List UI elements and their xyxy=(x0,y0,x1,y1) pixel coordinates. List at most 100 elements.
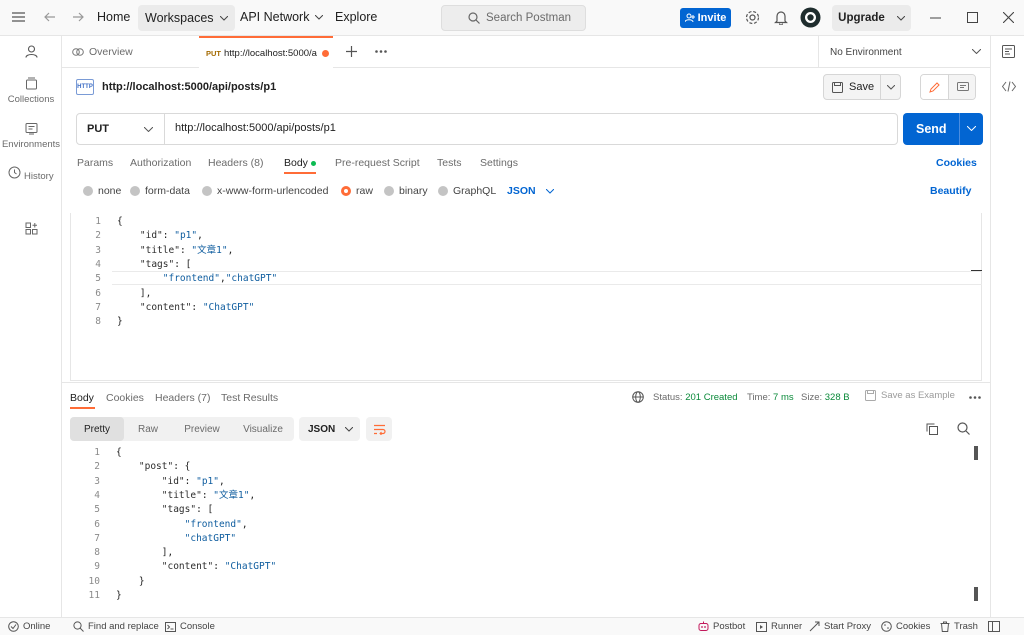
sidebar-item-add-workbench[interactable] xyxy=(0,222,62,239)
radio-graphql[interactable]: GraphQL xyxy=(438,185,496,197)
upgrade-button[interactable]: Upgrade xyxy=(832,5,911,31)
response-tab-body[interactable]: Body xyxy=(70,392,94,404)
sidebar-item-collections[interactable]: Collections xyxy=(0,77,62,105)
response-format-select[interactable]: JSON xyxy=(299,417,360,441)
url-input[interactable]: http://localhost:5000/api/posts/p1 xyxy=(175,122,336,134)
radio-form-data[interactable]: form-data xyxy=(130,185,190,197)
search-placeholder: Search Postman xyxy=(486,12,572,24)
response-body-line: 6 "frontend", xyxy=(70,518,982,532)
comment-icon[interactable] xyxy=(949,75,975,99)
close-icon[interactable] xyxy=(1003,12,1014,23)
tab-active-request[interactable]: PUT http://localhost:5000/a xyxy=(199,36,333,68)
tab-body[interactable]: Body xyxy=(284,157,316,169)
response-status[interactable]: Status: 201 Created xyxy=(653,392,738,403)
environment-quicklook-icon[interactable] xyxy=(1002,45,1015,58)
line-number: 1 xyxy=(95,216,101,227)
radio-none[interactable]: none xyxy=(83,185,121,197)
invite-button[interactable]: Invite xyxy=(680,8,731,28)
tab-overview[interactable]: Overview xyxy=(70,36,198,68)
response-body-viewer[interactable]: 1{2 "post": {3 "id": "p1", 4 "title": "文章… xyxy=(70,446,982,611)
view-visualize[interactable]: Visualize xyxy=(232,417,294,441)
minimize-icon[interactable] xyxy=(930,17,941,19)
chevron-down-icon[interactable] xyxy=(967,126,976,131)
method-select[interactable]: PUT xyxy=(77,114,165,144)
workspaces-menu[interactable]: Workspaces xyxy=(138,5,235,31)
grid-plus-icon xyxy=(25,222,38,235)
edit-pencil-icon[interactable] xyxy=(921,75,949,99)
response-scroll-thumb-top[interactable] xyxy=(974,446,978,460)
response-time[interactable]: Time: 7 ms xyxy=(747,392,794,403)
menu-icon[interactable] xyxy=(12,11,25,23)
tab-body-underline xyxy=(284,172,316,174)
console-button[interactable]: Console xyxy=(165,621,215,632)
beautify-link[interactable]: Beautify xyxy=(930,185,971,197)
code-snippet-icon[interactable] xyxy=(1002,81,1016,92)
new-tab-plus-icon[interactable] xyxy=(346,46,357,57)
response-tab-cookies[interactable]: Cookies xyxy=(106,392,144,404)
response-tab-test-results[interactable]: Test Results xyxy=(221,392,278,404)
response-size[interactable]: Size: 328 B xyxy=(801,392,850,403)
radio-raw[interactable]: raw xyxy=(341,185,373,197)
tab-headers[interactable]: Headers (8) xyxy=(208,157,263,169)
search-input[interactable]: Search Postman xyxy=(441,5,586,31)
search-icon[interactable] xyxy=(957,422,970,435)
runner-button[interactable]: Runner xyxy=(756,621,802,632)
response-more-dots-icon[interactable] xyxy=(969,396,981,399)
online-label: Online xyxy=(23,621,51,632)
layout-toggle-icon[interactable] xyxy=(988,621,1000,632)
account-button[interactable] xyxy=(0,45,62,62)
chevron-down-icon[interactable] xyxy=(887,85,895,90)
body-format-select[interactable]: JSON xyxy=(507,185,554,197)
response-tab-headers[interactable]: Headers (7) xyxy=(155,392,210,404)
request-body-line: 4 "tags": [ xyxy=(71,258,981,272)
trash-button[interactable]: Trash xyxy=(940,621,978,632)
start-proxy-button[interactable]: Start Proxy xyxy=(809,621,871,632)
response-body-line: 1{ xyxy=(70,446,982,460)
cookie-icon xyxy=(881,621,892,632)
proxy-icon xyxy=(809,621,820,632)
tab-authorization[interactable]: Authorization xyxy=(130,157,191,169)
code-text: "frontend", xyxy=(184,518,248,530)
tab-overflow-dots-icon[interactable] xyxy=(375,50,387,53)
cookies-link[interactable]: Cookies xyxy=(936,157,977,169)
tab-settings[interactable]: Settings xyxy=(480,157,518,169)
api-network-menu[interactable]: API Network xyxy=(240,10,324,24)
tab-params[interactable]: Params xyxy=(77,157,113,169)
copy-icon[interactable] xyxy=(926,423,938,435)
settings-gear-icon[interactable] xyxy=(745,10,760,25)
tab-tests[interactable]: Tests xyxy=(437,157,462,169)
edit-comment-toggle[interactable] xyxy=(920,74,976,100)
postbot-button[interactable]: Postbot xyxy=(698,621,745,632)
find-replace-button[interactable]: Find and replace xyxy=(73,621,159,632)
forward-arrow-icon[interactable] xyxy=(72,11,84,23)
save-as-example-button[interactable]: Save as Example xyxy=(865,390,955,401)
send-button[interactable]: Send xyxy=(903,113,983,145)
trash-label: Trash xyxy=(954,621,978,632)
back-arrow-icon[interactable] xyxy=(44,11,56,23)
globe-icon[interactable] xyxy=(632,391,644,403)
sidebar-item-environments[interactable]: Environments xyxy=(0,122,62,150)
view-pretty[interactable]: Pretty xyxy=(70,417,124,441)
tab-method-badge: PUT xyxy=(206,48,221,58)
online-status[interactable]: Online xyxy=(8,621,50,632)
home-link[interactable]: Home xyxy=(97,10,130,24)
view-raw[interactable]: Raw xyxy=(124,417,172,441)
save-button[interactable]: Save xyxy=(823,74,901,100)
radio-binary[interactable]: binary xyxy=(384,185,428,197)
wrap-lines-button[interactable] xyxy=(366,417,392,441)
radio-urlencoded[interactable]: x-www-form-urlencoded xyxy=(202,185,328,197)
tab-pre-request-script[interactable]: Pre-request Script xyxy=(335,157,420,169)
environment-selector[interactable]: No Environment xyxy=(818,36,990,68)
response-body-line: 8 ], xyxy=(70,546,982,560)
maximize-icon[interactable] xyxy=(967,12,978,23)
response-body-line: 10 } xyxy=(70,575,982,589)
request-body-editor[interactable]: 1{2 "id": "p1", 3 "title": "文章1", 4 "tags"… xyxy=(70,213,982,381)
view-preview[interactable]: Preview xyxy=(172,417,232,441)
avatar[interactable] xyxy=(800,7,821,28)
chevron-down-icon xyxy=(545,188,554,194)
sidebar-item-history[interactable]: History xyxy=(0,166,62,183)
response-scroll-thumb-bottom[interactable] xyxy=(974,587,978,601)
explore-link[interactable]: Explore xyxy=(335,10,377,24)
cookies-button[interactable]: Cookies xyxy=(881,621,930,632)
notification-bell-icon[interactable] xyxy=(774,10,788,25)
